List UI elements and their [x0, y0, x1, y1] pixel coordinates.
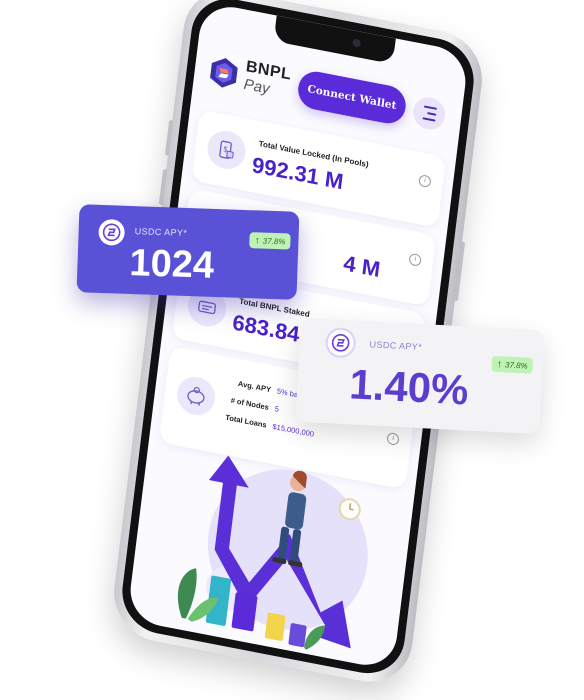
avg-apy-label: Avg. APY [237, 378, 272, 395]
info-icon[interactable]: i [408, 252, 422, 267]
piggy-bank-icon [174, 373, 218, 419]
info-icon[interactable]: i [386, 431, 400, 446]
apy-label: USDC APY* [369, 339, 423, 353]
wallet-dollar-icon: $ [205, 127, 248, 173]
nodes-label: # of Nodes [230, 395, 270, 412]
connect-wallet-button[interactable]: Connect Wallet [296, 68, 408, 127]
nodes-value: 5 [274, 404, 280, 414]
camera-icon [352, 38, 362, 48]
apy-value: 1024 [128, 241, 215, 287]
apy-label: USDC APY* [134, 226, 188, 238]
menu-button[interactable] [411, 94, 448, 133]
usdc-coin-icon [326, 329, 355, 357]
usdc-apy-card-white[interactable]: USDC APY* 1.40% ↑ 37.8% [295, 317, 545, 435]
apy-value: 1.40% [348, 360, 470, 414]
change-value: 37.8% [504, 359, 528, 371]
bnpl-logo-icon[interactable] [205, 53, 243, 93]
arrow-up-icon: ↑ [496, 358, 503, 370]
usdc-apy-card-purple[interactable]: USDC APY* 1024 ↑ 37.8% [76, 204, 300, 300]
change-badge: ↑ 37.8% [249, 232, 291, 250]
hamburger-icon [421, 103, 437, 123]
change-value: 37.8% [262, 236, 286, 246]
arrow-up-icon: ↑ [254, 234, 260, 246]
stat-value: 4 M [342, 250, 382, 283]
change-badge: ↑ 37.8% [491, 355, 534, 374]
info-icon[interactable]: i [418, 174, 432, 189]
brand-name: BNPL Pay [243, 58, 292, 102]
nodes-row: # of Nodes 5 [223, 394, 280, 414]
usdc-coin-icon [98, 218, 126, 246]
